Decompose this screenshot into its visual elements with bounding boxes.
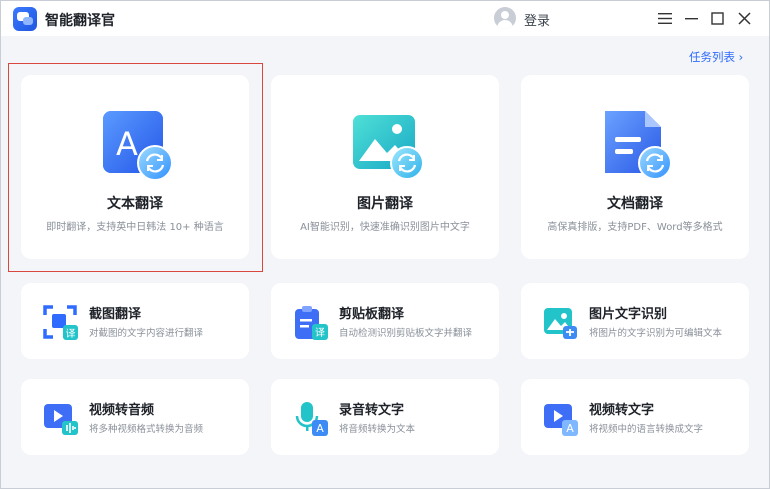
icon-badge: 译: [66, 328, 76, 340]
card-title: 剪贴板翻译: [339, 307, 405, 322]
audio-to-text-icon: A: [293, 401, 328, 436]
document-translate-card[interactable]: 文档翻译 高保真排版，支持PDF、Word等多格式: [521, 75, 749, 259]
video-to-audio-card[interactable]: 视频转音频 将多种视频格式转换为音频: [21, 379, 249, 455]
video-to-text-icon: A: [543, 401, 578, 436]
card-title: 文档翻译: [607, 196, 663, 212]
card-desc: AI智能识别，快速准确识别图片中文字: [300, 222, 470, 233]
image-ocr-card[interactable]: 图片文字识别 将图片的文字识别为可编辑文本: [521, 283, 749, 359]
avatar[interactable]: [494, 7, 516, 29]
card-title: 录音转文字: [339, 403, 405, 418]
document-translate-icon: [603, 111, 673, 183]
minimize-button[interactable]: [681, 8, 701, 28]
screenshot-translate-card[interactable]: 译 截图翻译 对截图的文字内容进行翻译: [21, 283, 249, 359]
icon-badge: A: [316, 422, 324, 435]
audio-to-text-card[interactable]: A 录音转文字 将音频转换为文本: [271, 379, 499, 455]
video-to-text-card[interactable]: A 视频转文字 将视频中的语言转换成文字: [521, 379, 749, 455]
title-bar: 智能翻译官 登录: [1, 1, 769, 36]
maximize-icon: [710, 11, 724, 25]
menu-button[interactable]: [655, 8, 675, 28]
close-icon: [737, 11, 751, 25]
card-desc: 将多种视频格式转换为音频: [89, 424, 204, 435]
clipboard-translate-icon: 译: [293, 305, 328, 340]
app-title: 智能翻译官: [45, 13, 115, 29]
card-title: 视频转文字: [589, 403, 655, 418]
minimize-icon: [684, 17, 698, 19]
card-title: 图片文字识别: [589, 307, 668, 322]
icon-badge: A: [566, 422, 574, 435]
hamburger-menu-icon: [658, 12, 672, 24]
card-title: 图片翻译: [357, 196, 413, 212]
card-desc: 高保真排版，支持PDF、Word等多格式: [547, 222, 723, 233]
card-desc: 将音频转换为文本: [339, 424, 416, 435]
image-ocr-icon: [543, 305, 577, 339]
maximize-button[interactable]: [707, 8, 727, 28]
image-translate-card[interactable]: 图片翻译 AI智能识别，快速准确识别图片中文字: [271, 75, 499, 259]
card-desc: 将视频中的语言转换成文字: [589, 424, 704, 435]
card-title: 截图翻译: [89, 307, 142, 322]
clipboard-translate-card[interactable]: 译 剪贴板翻译 自动检测识别剪贴板文字并翻译: [271, 283, 499, 359]
card-desc: 自动检测识别剪贴板文字并翻译: [339, 328, 473, 339]
card-desc: 对截图的文字内容进行翻译: [89, 328, 204, 339]
task-list-link[interactable]: 任务列表 ›: [689, 49, 743, 65]
app-logo-icon: [13, 7, 37, 31]
image-translate-icon: [353, 111, 424, 183]
card-desc: 将图片的文字识别为可编辑文本: [589, 328, 723, 339]
close-button[interactable]: [734, 8, 754, 28]
screenshot-translate-icon: 译: [43, 305, 78, 340]
app-window: 智能翻译官 登录 任务列表 › A 文本翻译 即时翻译，支持英中日韩法 10+ …: [0, 0, 770, 489]
selection-outline: [8, 63, 263, 272]
icon-badge: 译: [315, 327, 325, 339]
card-title: 视频转音频: [89, 403, 155, 418]
video-to-audio-icon: [43, 401, 78, 435]
login-link[interactable]: 登录: [524, 10, 550, 29]
